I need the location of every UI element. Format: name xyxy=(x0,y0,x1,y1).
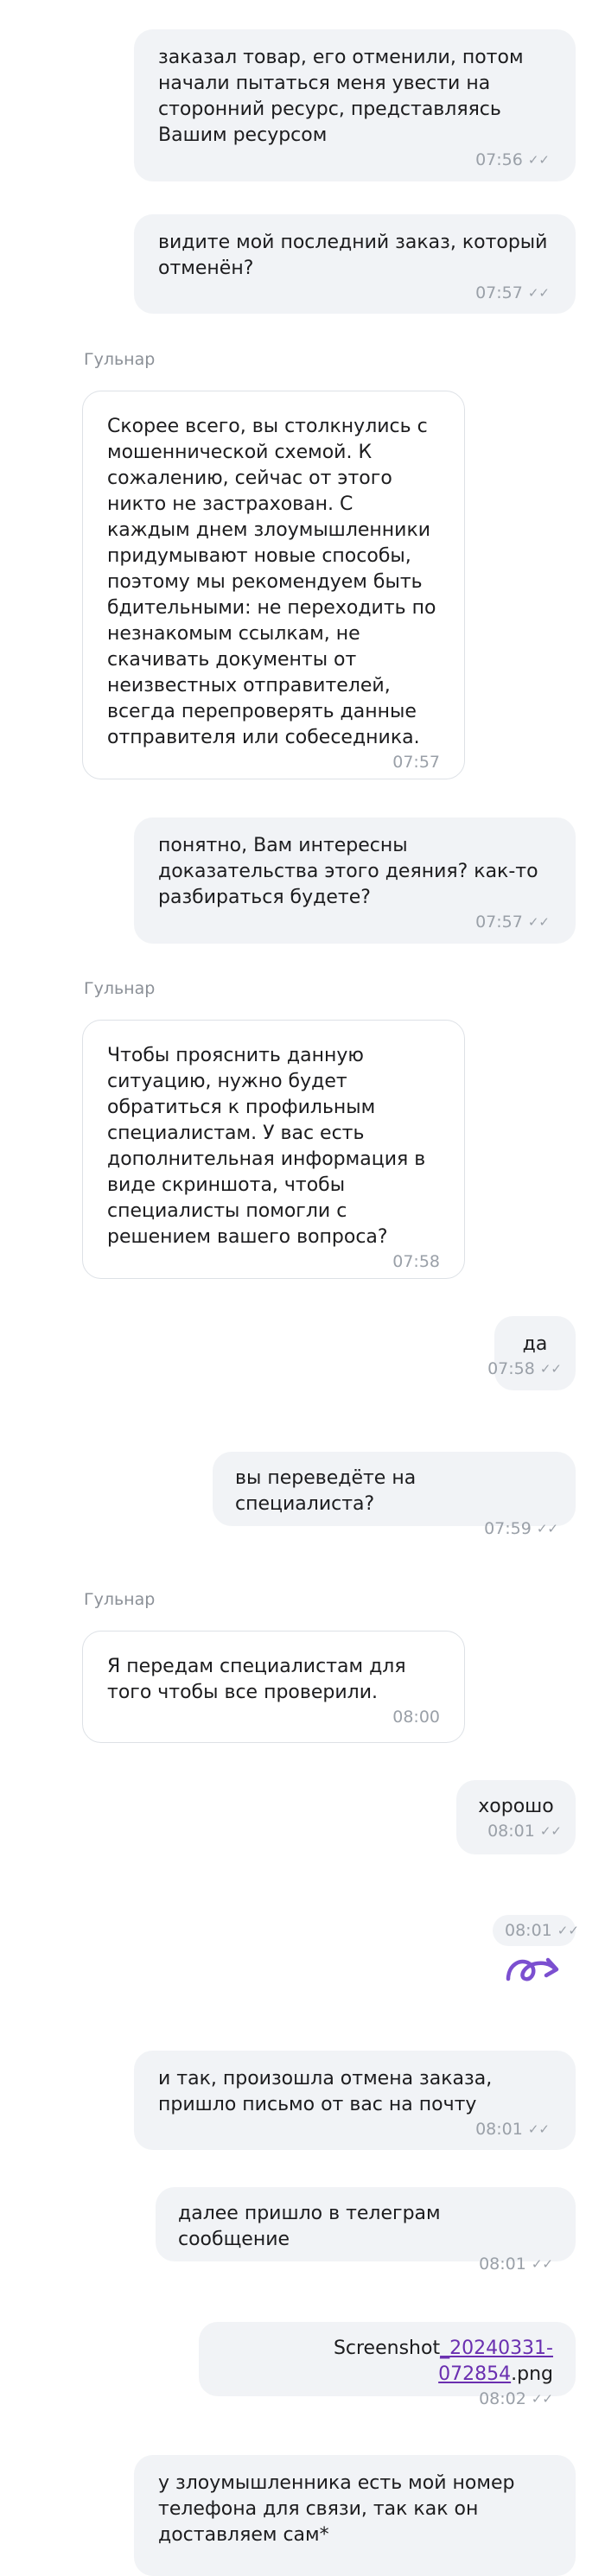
sticker-time-badge: 08:01 ✓✓ xyxy=(493,1915,579,1946)
incoming-message: Я передам специалистам для того чтобы вс… xyxy=(82,1631,465,1743)
message-time: 07:59 xyxy=(484,1519,532,1538)
message-time: 08:02 xyxy=(479,2389,526,2408)
incoming-message: Чтобы прояснить данную ситуацию, нужно б… xyxy=(82,1020,465,1279)
message-time: 08:01 xyxy=(479,2255,526,2274)
filename-prefix: Screenshot xyxy=(333,2337,441,2359)
message-text: Я передам специалистам для того чтобы вс… xyxy=(107,1656,406,1703)
outgoing-message: вы переведёте на специалиста? 07:59 ✓✓ xyxy=(213,1452,576,1538)
double-check-icon: ✓✓ xyxy=(557,1923,579,1938)
message-meta: 07:57 xyxy=(107,753,440,772)
message-time: 08:00 xyxy=(392,1708,440,1727)
message-meta: 08:01 ✓✓ xyxy=(470,1822,562,1841)
message-text: Скорее всего, вы столкнулись с мошенниче… xyxy=(107,416,436,748)
message-meta: 07:58 ✓✓ xyxy=(487,1359,562,1378)
sender-name: Гульнар xyxy=(84,979,156,998)
filename-suffix: .png xyxy=(511,2363,553,2385)
message-text: да xyxy=(522,1333,548,1355)
double-check-icon: ✓✓ xyxy=(539,1823,562,1839)
message-time: 07:57 xyxy=(475,283,523,302)
message-time: 08:01 xyxy=(505,1921,552,1940)
message-time: 07:58 xyxy=(487,1359,535,1378)
purple-arrow-sticker[interactable] xyxy=(503,1949,562,1991)
message-time: 08:01 xyxy=(487,1822,535,1841)
double-check-icon: ✓✓ xyxy=(527,152,550,168)
message-text: и так, произошла отмена заказа, пришло п… xyxy=(158,2068,493,2115)
message-text: заказал товар, его отменили, потом начал… xyxy=(158,47,524,146)
incoming-message: Скорее всего, вы столкнулись с мошенниче… xyxy=(82,391,465,779)
message-time: 07:57 xyxy=(392,753,440,772)
outgoing-message: да 07:58 ✓✓ xyxy=(487,1316,576,1390)
message-meta: 07:57 ✓✓ xyxy=(158,913,550,932)
message-text: хорошо xyxy=(478,1796,554,1817)
outgoing-message: и так, произошла отмена заказа, пришло п… xyxy=(134,2051,576,2150)
double-check-icon: ✓✓ xyxy=(527,2121,550,2137)
message-time: 07:57 xyxy=(475,913,523,932)
attachment-message: Screenshot_20240331-072854.png 08:02 ✓✓ xyxy=(199,2322,576,2408)
message-meta: 07:58 xyxy=(107,1252,440,1271)
sender-name: Гульнар xyxy=(84,350,156,369)
message-meta: 08:01 ✓✓ xyxy=(158,2120,550,2139)
double-check-icon: ✓✓ xyxy=(539,1361,562,1377)
double-check-icon: ✓✓ xyxy=(531,2391,553,2407)
message-time: 07:58 xyxy=(392,1252,440,1271)
message-meta: 07:59 ✓✓ xyxy=(235,1519,558,1538)
message-text: вы переведёте на специалиста? xyxy=(235,1467,417,1515)
message-text: далее пришло в телеграм сообщение xyxy=(178,2203,441,2250)
sender-name: Гульнар xyxy=(84,1590,156,1609)
message-meta: 08:02 ✓✓ xyxy=(221,2389,553,2408)
outgoing-message: далее пришло в телеграм сообщение 08:01 ✓… xyxy=(156,2187,576,2274)
double-check-icon: ✓✓ xyxy=(531,2256,553,2272)
outgoing-message: видите мой последний заказ, который отме… xyxy=(134,214,576,314)
attachment-filename: Screenshot_20240331-072854.png xyxy=(221,2336,553,2388)
message-meta: 08:01 ✓✓ xyxy=(178,2255,553,2274)
outgoing-message: заказал товар, его отменили, потом начал… xyxy=(134,29,576,181)
message-text: видите мой последний заказ, который отме… xyxy=(158,232,548,279)
message-text: понятно, Вам интересны доказательства эт… xyxy=(158,835,538,908)
message-text: Чтобы прояснить данную ситуацию, нужно б… xyxy=(107,1045,426,1248)
double-check-icon: ✓✓ xyxy=(527,914,550,930)
double-check-icon: ✓✓ xyxy=(536,1521,558,1536)
message-meta: 07:56 ✓✓ xyxy=(158,150,550,169)
message-time: 08:01 xyxy=(475,2120,523,2139)
message-text: у злоумышленника есть мой номер телефона… xyxy=(158,2472,515,2546)
outgoing-message: у злоумышленника есть мой номер телефона… xyxy=(134,2455,576,2576)
message-meta: 07:57 ✓✓ xyxy=(158,283,550,302)
double-check-icon: ✓✓ xyxy=(527,285,550,301)
outgoing-message: понятно, Вам интересны доказательства эт… xyxy=(134,817,576,944)
message-time: 07:56 xyxy=(475,150,523,169)
message-meta: 08:00 xyxy=(107,1708,440,1727)
outgoing-message: хорошо 08:01 ✓✓ xyxy=(456,1780,576,1854)
